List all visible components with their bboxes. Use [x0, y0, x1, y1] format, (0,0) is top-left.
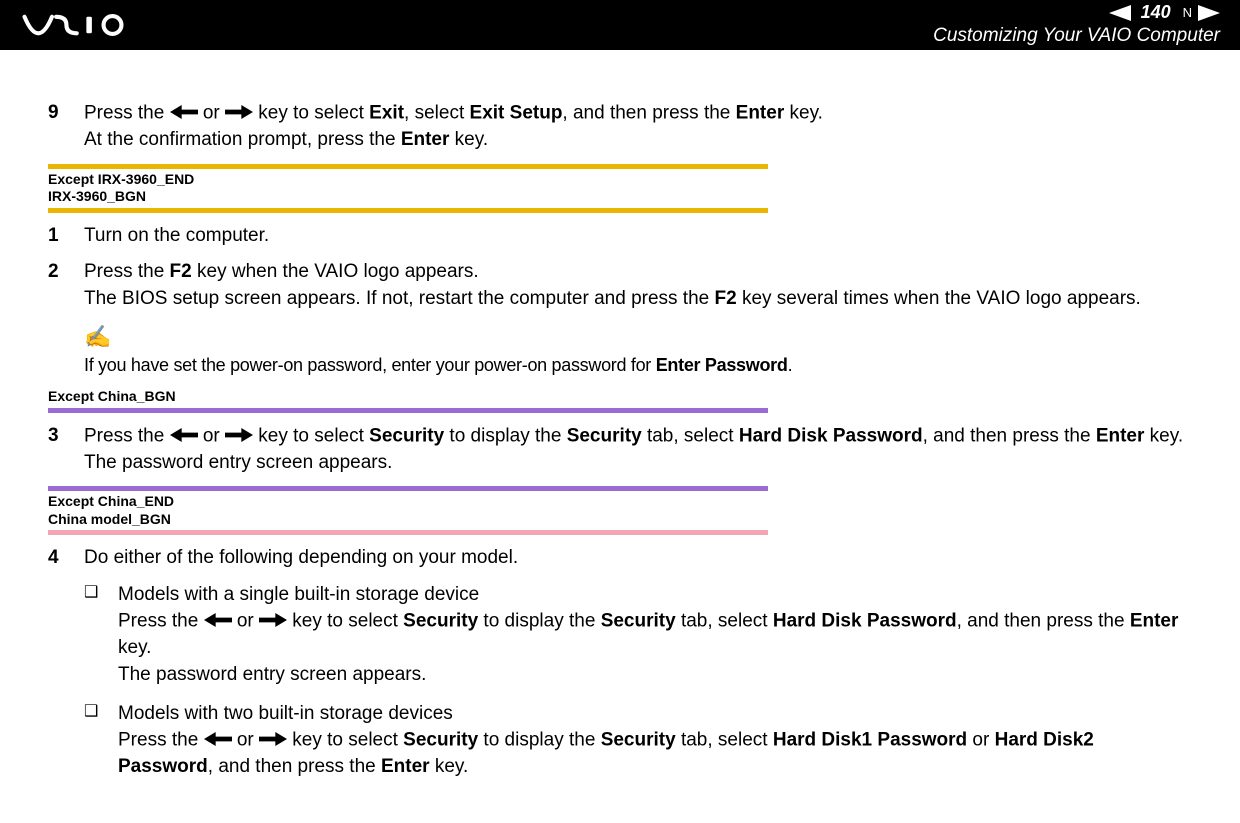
vaio-logo — [20, 14, 150, 36]
note-text: If you have set the power-on password, e… — [84, 353, 1192, 378]
tag-irx-3960: Except IRX-3960_END IRX-3960_BGN — [48, 164, 768, 213]
page-number: 140 — [1141, 2, 1171, 24]
arrow-left-icon — [170, 423, 198, 450]
step-1: 1 Turn on the computer. — [48, 223, 1192, 250]
step-number: 9 — [48, 100, 84, 154]
tag-label: Except China_BGN — [48, 386, 768, 408]
step-2: 2 Press the F2 key when the VAIO logo ap… — [48, 259, 1192, 312]
arrow-right-icon — [259, 727, 287, 754]
bullet-text: Models with two built-in storage devices… — [118, 701, 1192, 781]
step-4: 4 Do either of the following depending o… — [48, 545, 1192, 572]
tag-except-china-bgn: Except China_BGN — [48, 386, 768, 413]
tag-label: Except IRX-3960_END IRX-3960_BGN — [48, 169, 768, 208]
document-body: 9 Press the or key to select Exit, selec… — [0, 50, 1240, 823]
arrow-left-icon — [204, 727, 232, 754]
step-9: 9 Press the or key to select Exit, selec… — [48, 100, 1192, 154]
tag-label: Except China_END China model_BGN — [48, 491, 768, 530]
bullet-text: Models with a single built-in storage de… — [118, 582, 1192, 689]
arrow-left-icon — [170, 100, 198, 127]
arrow-right-icon — [225, 423, 253, 450]
n-mark: N — [1183, 5, 1192, 21]
divider-bar — [48, 530, 768, 535]
next-page-icon[interactable] — [1198, 5, 1220, 21]
divider-bar — [48, 208, 768, 213]
page-nav: 140 N Customizing Your VAIO Computer — [933, 2, 1220, 48]
bullet-icon: ❑ — [84, 701, 118, 781]
step-text: Press the or key to select Exit, select … — [84, 100, 1192, 154]
step-number: 4 — [48, 545, 84, 572]
step-text: Turn on the computer. — [84, 223, 1192, 250]
step-number: 1 — [48, 223, 84, 250]
page-header: 140 N Customizing Your VAIO Computer — [0, 0, 1240, 50]
list-item: ❑ Models with two built-in storage devic… — [84, 701, 1192, 781]
model-options: ❑ Models with a single built-in storage … — [84, 582, 1192, 781]
arrow-left-icon — [204, 608, 232, 635]
arrow-right-icon — [259, 608, 287, 635]
prev-page-icon[interactable] — [1109, 5, 1131, 21]
list-item: ❑ Models with a single built-in storage … — [84, 582, 1192, 689]
arrow-right-icon — [225, 100, 253, 127]
step-text: Do either of the following depending on … — [84, 545, 1192, 572]
step-3: 3 Press the or key to select Security to… — [48, 423, 1192, 477]
section-title: Customizing Your VAIO Computer — [933, 25, 1220, 48]
note-icon: ✍ — [84, 322, 1192, 353]
step-number: 2 — [48, 259, 84, 312]
step-text: Press the F2 key when the VAIO logo appe… — [84, 259, 1192, 312]
bullet-icon: ❑ — [84, 582, 118, 689]
tag-china-end-bgn: Except China_END China model_BGN — [48, 486, 768, 535]
divider-bar — [48, 408, 768, 413]
step-text: Press the or key to select Security to d… — [84, 423, 1192, 477]
step-number: 3 — [48, 423, 84, 477]
